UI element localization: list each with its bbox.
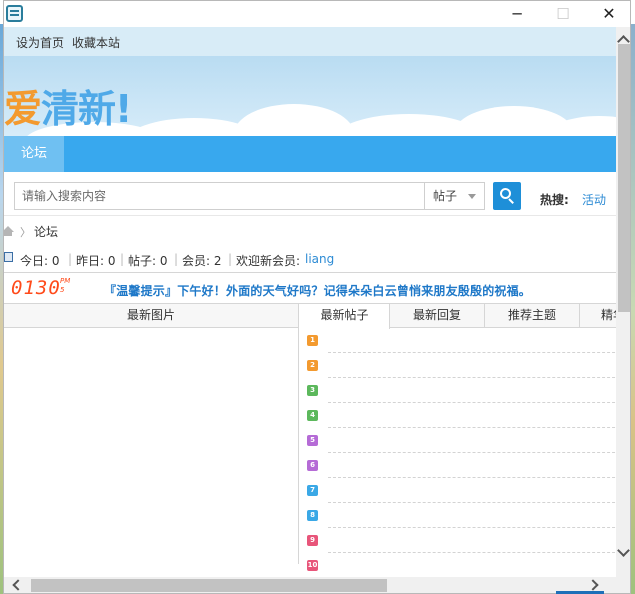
rank-badge: 4 — [307, 410, 318, 421]
close-button[interactable]: ✕ — [586, 1, 630, 27]
latest-images-pane: 最新图片 — [4, 304, 299, 564]
list-item[interactable]: 5 — [307, 428, 616, 453]
scroll-down-icon[interactable] — [617, 544, 630, 557]
posts-pane: 最新帖子 最新回复 推荐主题 精华 1 2 3 4 5 6 7 8 9 10 — [300, 304, 616, 571]
new-member-link[interactable]: liang — [305, 252, 334, 266]
list-item[interactable]: 7 — [307, 478, 616, 503]
breadcrumb: 〉 论坛 — [4, 216, 616, 244]
breadcrumb-current[interactable]: 论坛 — [34, 223, 58, 240]
content-panes: 最新图片 最新帖子 最新回复 推荐主题 精华 1 2 3 4 5 6 7 8 9 10 — [4, 304, 616, 571]
search-input[interactable] — [14, 182, 424, 210]
horizontal-scrollbar[interactable] — [4, 577, 616, 593]
hot-search-label: 热搜: — [540, 193, 569, 207]
list-item[interactable]: 1 — [307, 328, 616, 353]
rank-badge: 8 — [307, 510, 318, 521]
set-homepage-link[interactable]: 设为首页 — [16, 34, 64, 51]
caret-down-icon — [468, 194, 476, 199]
tab-featured[interactable]: 精华 — [580, 304, 616, 328]
rank-badge: 3 — [307, 385, 318, 396]
rank-badge: 10 — [307, 560, 318, 571]
list-item[interactable]: 6 — [307, 453, 616, 478]
scroll-left-icon[interactable] — [12, 579, 24, 591]
forum-stats: 今日: 0 | 昨日: 0 | 帖子: 0 | 会员: 2 | 欢迎新会员: l… — [4, 244, 616, 272]
stat-divider: | — [228, 252, 233, 266]
list-item[interactable]: 9 — [307, 528, 616, 553]
stat-divider: | — [68, 252, 73, 266]
clock-seconds: 5 — [60, 286, 65, 294]
rank-badge: 1 — [307, 335, 318, 346]
rank-badge: 7 — [307, 485, 318, 496]
digital-clock: 0130 — [11, 277, 61, 299]
vertical-scroll-thumb[interactable] — [618, 44, 630, 312]
minimize-button[interactable]: ─ — [494, 1, 540, 27]
stat-posts: 帖子: 0 — [128, 254, 168, 268]
main-nav: 论坛 — [4, 136, 616, 172]
site-banner: 爱清新! — [4, 56, 616, 136]
app-icon — [6, 5, 23, 22]
page-viewport: 设为首页 收藏本站 爱清新! 论坛 帖子 — [4, 27, 616, 577]
welcome-label: 欢迎新会员: — [236, 254, 301, 268]
stat-members: 会员: 2 — [182, 254, 222, 268]
clock-pm: PM — [60, 277, 71, 285]
stats-icon — [4, 252, 13, 262]
title-bar: ─ ☐ ✕ — [4, 1, 630, 27]
breadcrumb-separator: 〉 — [20, 226, 31, 239]
rank-badge: 6 — [307, 460, 318, 471]
notice-bar: 0130 PM 5 『温馨提示』下午好！外面的天气好吗？记得朵朵白云曾悄来朋友殷殷… — [4, 272, 616, 304]
posts-tabs: 最新帖子 最新回复 推荐主题 精华 — [300, 304, 616, 329]
scroll-right-icon[interactable] — [587, 579, 599, 591]
rank-badge: 5 — [307, 435, 318, 446]
hot-search-link[interactable]: 活动 — [582, 191, 606, 208]
post-list: 1 2 3 4 5 6 7 8 9 10 — [300, 328, 616, 577]
rank-badge: 2 — [307, 360, 318, 371]
stat-yesterday: 昨日: 0 — [76, 254, 116, 268]
home-icon[interactable] — [4, 226, 14, 236]
search-type-select[interactable]: 帖子 — [424, 182, 485, 210]
tab-latest-posts[interactable]: 最新帖子 — [300, 304, 390, 329]
desktop-background-right — [631, 24, 635, 594]
top-bar: 设为首页 收藏本站 — [4, 27, 616, 56]
list-item[interactable]: 4 — [307, 403, 616, 428]
maximize-button[interactable]: ☐ — [540, 1, 586, 27]
search-icon-handle — [508, 198, 514, 204]
clock-ampm: PM 5 — [60, 277, 70, 295]
search-type-value: 帖子 — [433, 189, 458, 203]
rank-badge: 9 — [307, 535, 318, 546]
list-item[interactable]: 10 — [307, 553, 616, 577]
tab-latest-replies[interactable]: 最新回复 — [390, 304, 485, 328]
horizontal-scroll-thumb[interactable] — [31, 579, 387, 592]
latest-images-title: 最新图片 — [4, 304, 298, 328]
list-item[interactable]: 8 — [307, 503, 616, 528]
vertical-scrollbar[interactable] — [616, 27, 630, 577]
tab-recommended[interactable]: 推荐主题 — [485, 304, 580, 328]
browser-window: ─ ☐ ✕ 设为首页 收藏本站 爱清新! 论坛 帖子 — [3, 0, 631, 594]
nav-item-forum[interactable]: 论坛 — [4, 136, 64, 172]
logo-part-2: 清新! — [41, 87, 132, 131]
search-button[interactable] — [493, 182, 521, 210]
notice-text: 『温馨提示』下午好！外面的天气好吗？记得朵朵白云曾悄来朋友殷殷的祝福。 — [104, 284, 532, 298]
list-item[interactable]: 3 — [307, 378, 616, 403]
scrollbar-corner — [616, 577, 630, 593]
bookmark-link[interactable]: 收藏本站 — [72, 34, 120, 51]
stat-today: 今日: 0 — [20, 254, 60, 268]
search-bar: 帖子 热搜: 活动 — [4, 172, 616, 216]
logo-part-1: 爱 — [4, 87, 42, 131]
stat-divider: | — [174, 252, 179, 266]
site-logo[interactable]: 爱清新! — [4, 78, 132, 133]
stat-divider: | — [120, 252, 125, 266]
list-item[interactable]: 2 — [307, 353, 616, 378]
